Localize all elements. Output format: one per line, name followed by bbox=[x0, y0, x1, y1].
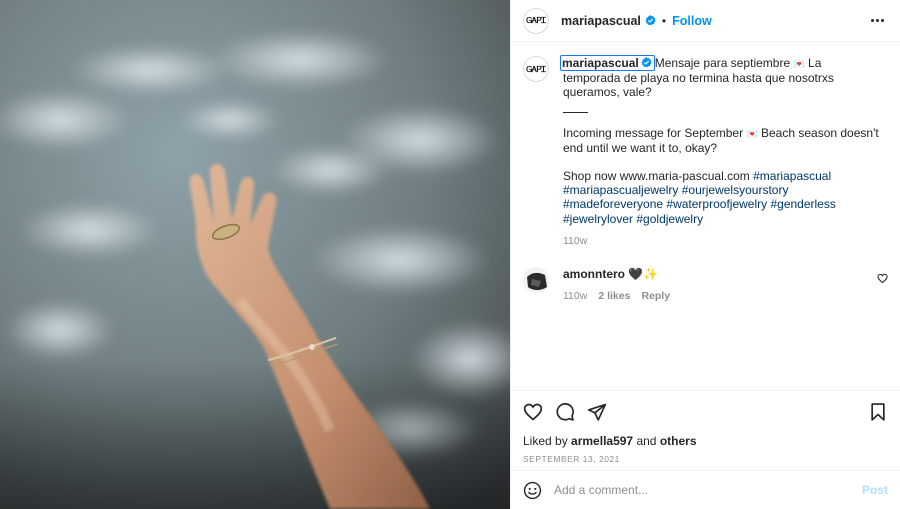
post-header: ᏀᎪᏢᏆ mariapascual • Follow bbox=[511, 0, 900, 42]
hashtag-link[interactable]: #goldjewelry bbox=[636, 212, 703, 226]
commenter-avatar-image bbox=[523, 267, 549, 294]
comment-bubble-icon[interactable] bbox=[555, 402, 575, 422]
liked-by-prefix: Liked by bbox=[523, 434, 568, 448]
like-heart-icon[interactable] bbox=[523, 402, 543, 422]
hashtag-link[interactable]: #mariapascual bbox=[753, 169, 831, 183]
commenter-avatar[interactable] bbox=[523, 267, 549, 294]
comment-heart-icon[interactable] bbox=[877, 273, 888, 284]
hashtag-link[interactable]: #waterproofjewelry bbox=[666, 197, 767, 211]
commenter-username[interactable]: amonntero bbox=[563, 267, 625, 281]
comment-meta: 110w 2 likes Reply bbox=[563, 290, 670, 302]
author-username[interactable]: mariapascual bbox=[561, 14, 641, 28]
love-letter-emoji: 💌 bbox=[793, 59, 805, 69]
post-actions: Liked by armella597 and others SEPTEMBER… bbox=[511, 390, 900, 470]
separator-dot: • bbox=[661, 13, 667, 28]
comment-time[interactable]: 110w bbox=[563, 290, 587, 302]
post-sidebar: ᏀᎪᏢᏆ mariapascual • Follow ᏀᎪᏢᏆ mariapas… bbox=[510, 0, 900, 509]
avatar-logo-text: ᏀᎪᏢᏆ bbox=[526, 63, 546, 74]
add-comment-bar: Post bbox=[511, 470, 900, 509]
liked-by-user[interactable]: armella597 bbox=[571, 434, 633, 448]
caption-username-text: mariapascual bbox=[562, 56, 639, 70]
verified-badge-icon bbox=[645, 15, 656, 26]
comment-body: amonntero 🖤✨ 110w 2 likes Reply bbox=[563, 267, 670, 302]
avatar-logo-text: ᏀᎪᏢᏆ bbox=[526, 15, 546, 25]
reply-button[interactable]: Reply bbox=[641, 290, 670, 302]
hashtag-link[interactable]: #mariapascualjewelry bbox=[563, 183, 678, 197]
caption-timestamp[interactable]: 110w bbox=[563, 234, 879, 248]
share-paper-plane-icon[interactable] bbox=[587, 402, 607, 422]
instagram-post: ᏀᎪᏢᏆ mariapascual • Follow ᏀᎪᏢᏆ mariapas… bbox=[0, 0, 900, 509]
hashtag-link[interactable]: #madeforeveryone bbox=[563, 197, 663, 211]
liked-by-and: and bbox=[636, 434, 657, 448]
save-bookmark-icon[interactable] bbox=[868, 402, 888, 422]
caption-body: mariapascual Mensaje para septiembre 💌 La… bbox=[560, 55, 879, 248]
author-avatar[interactable]: ᏀᎪᏢᏆ bbox=[523, 7, 549, 34]
caption-text-es: Mensaje para septiembre bbox=[654, 56, 791, 70]
comment-likes[interactable]: 2 likes bbox=[598, 290, 630, 302]
hashtag-link[interactable]: #jewelrylover bbox=[563, 212, 633, 226]
comment-text: 🖤✨ bbox=[628, 267, 659, 282]
caption-text-en: Incoming message for September bbox=[563, 125, 744, 140]
action-icons bbox=[523, 401, 888, 423]
hashtag-link[interactable]: #genderless bbox=[770, 197, 835, 211]
love-letter-emoji: 💌 bbox=[746, 128, 758, 139]
post-date[interactable]: SEPTEMBER 13, 2021 bbox=[523, 454, 888, 464]
verified-badge-icon bbox=[641, 57, 652, 68]
more-options-icon[interactable] bbox=[867, 15, 888, 26]
caption-shop: Shop now www.maria-pascual.com #mariapas… bbox=[563, 169, 879, 226]
follow-button[interactable]: Follow bbox=[672, 14, 712, 28]
liked-by-others[interactable]: others bbox=[660, 434, 697, 448]
hashtag-link[interactable]: #ourjewelsyourstory bbox=[682, 183, 789, 197]
caption-avatar[interactable]: ᏀᎪᏢᏆ bbox=[523, 56, 549, 82]
post-photo[interactable] bbox=[0, 0, 510, 509]
beach-hand-photo bbox=[0, 0, 510, 509]
post-comment-button[interactable]: Post bbox=[862, 483, 888, 497]
caption-spanish: mariapascual Mensaje para septiembre 💌 La… bbox=[560, 55, 879, 100]
caption: ᏀᎪᏢᏆ mariapascual Mensaje para septiembre… bbox=[523, 55, 888, 248]
liked-by: Liked by armella597 and others bbox=[523, 434, 888, 448]
comments-list[interactable]: ᏀᎪᏢᏆ mariapascual Mensaje para septiembre… bbox=[511, 42, 900, 390]
add-comment-input[interactable] bbox=[554, 483, 862, 497]
caption-english: Incoming message for September 💌 Beach s… bbox=[563, 126, 879, 155]
caption-divider bbox=[563, 111, 588, 113]
caption-username[interactable]: mariapascual bbox=[560, 55, 655, 71]
shop-link-text[interactable]: Shop now www.maria-pascual.com bbox=[563, 169, 750, 183]
comment-item: amonntero 🖤✨ 110w 2 likes Reply bbox=[523, 267, 888, 302]
emoji-icon[interactable] bbox=[523, 481, 542, 500]
